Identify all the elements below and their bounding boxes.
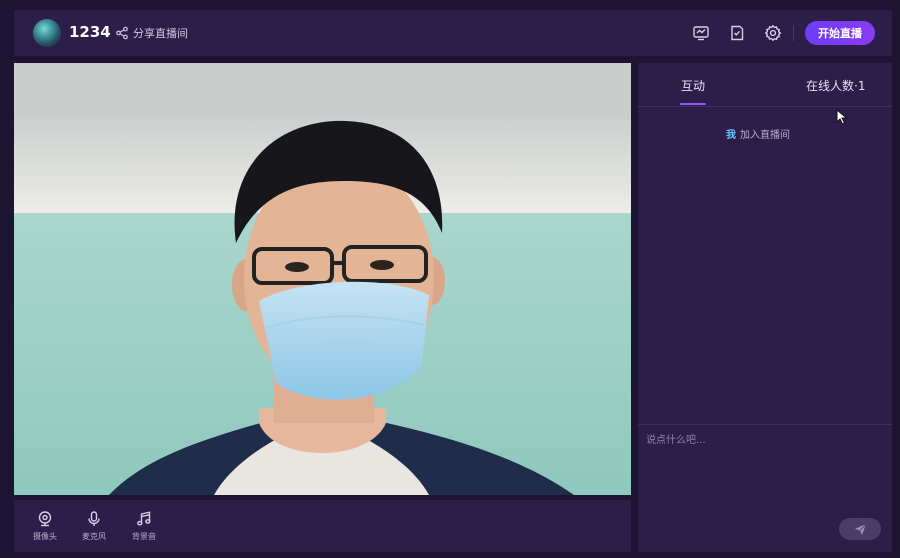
settings-button[interactable] <box>763 23 783 43</box>
music-icon <box>137 511 151 526</box>
screen-share-button[interactable] <box>691 23 711 43</box>
chat-input-divider <box>638 424 892 425</box>
checklist-icon <box>731 25 744 41</box>
top-bar: 1234 分享直播间 开始直播 <box>14 10 892 56</box>
message-username: 我 <box>726 130 736 141</box>
music-label: 背景音 <box>132 532 156 541</box>
microphone-label: 麦克风 <box>82 532 106 541</box>
room-name: 1234 <box>69 23 111 41</box>
screen-icon <box>693 26 709 41</box>
background-music-toggle[interactable]: 背景音 <box>127 510 161 542</box>
gear-icon <box>764 24 782 42</box>
active-tab-indicator <box>680 103 706 105</box>
share-icon <box>116 26 128 40</box>
tab-divider <box>638 106 892 107</box>
tab-online-count[interactable]: 在线人数·1 <box>806 77 865 94</box>
interaction-panel: 互动 在线人数·1 我加入直播间 <box>638 63 892 552</box>
microphone-icon <box>88 511 100 526</box>
share-room-link[interactable]: 分享直播间 <box>115 24 188 42</box>
camera-feed-image <box>14 63 631 495</box>
notes-button[interactable] <box>727 23 747 43</box>
chat-input[interactable] <box>646 431 884 511</box>
media-controls: 摄像头 麦克风 背景音 <box>14 500 631 552</box>
send-icon <box>854 523 866 535</box>
send-button[interactable] <box>839 518 881 540</box>
mouse-cursor-icon <box>836 109 848 125</box>
chat-message: 我加入直播间 <box>726 126 790 141</box>
header-divider <box>793 25 794 41</box>
camera-icon <box>38 511 52 527</box>
camera-label: 摄像头 <box>33 532 57 541</box>
share-label: 分享直播间 <box>133 27 188 40</box>
message-text: 加入直播间 <box>740 130 790 141</box>
microphone-toggle[interactable]: 麦克风 <box>77 510 111 542</box>
camera-toggle[interactable]: 摄像头 <box>28 510 62 542</box>
start-live-button[interactable]: 开始直播 <box>805 21 875 45</box>
camera-preview <box>14 63 631 495</box>
room-avatar <box>33 19 61 47</box>
tab-interaction[interactable]: 互动 <box>681 77 705 94</box>
